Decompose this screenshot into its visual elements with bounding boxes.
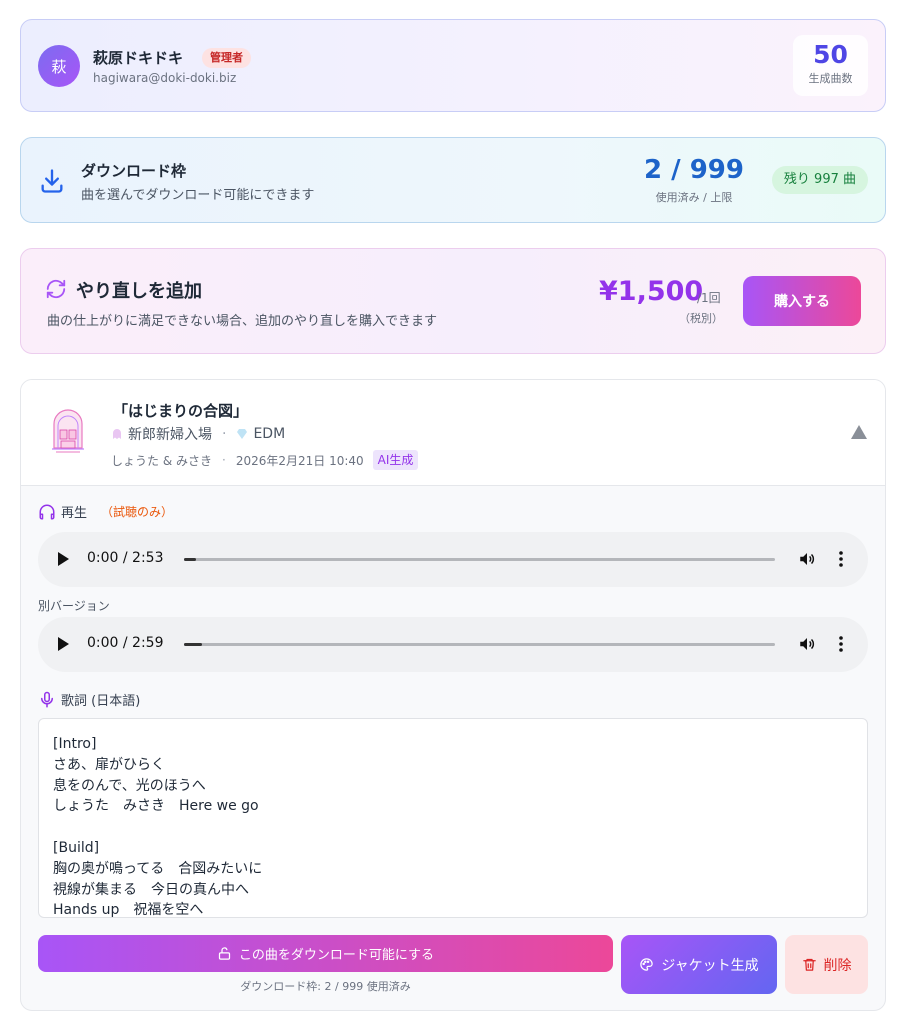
trial-only-note: （試聴のみ） [101, 505, 174, 519]
gem-icon [237, 429, 248, 439]
delete-label: 削除 [823, 957, 852, 974]
download-quota-subtitle: 曲を選んでダウンロード可能にできます [81, 188, 315, 203]
ghost-icon [113, 429, 121, 439]
refresh-icon [46, 279, 66, 299]
palette-icon [640, 958, 654, 971]
play-icon[interactable] [58, 552, 69, 566]
download-quota-title: ダウンロード枠 [81, 162, 187, 180]
audio-time: 0:00 / 2:59 [87, 635, 164, 651]
audio-player-main[interactable]: 0:00 / 2:53 [38, 532, 868, 587]
download-usage-note: ダウンロード枠: 2 / 999 使用済み [240, 980, 411, 993]
generate-jacket-button[interactable]: ジャケット生成 [621, 935, 777, 994]
collapse-triangle-icon[interactable] [851, 425, 867, 439]
enable-download-button[interactable]: この曲をダウンロード可能にする [38, 935, 613, 972]
songs-count-stat: 50 生成曲数 [793, 35, 868, 96]
download-quota-count: 2 / 999 [644, 155, 744, 185]
song-jacket-thumbnail [50, 408, 86, 456]
playback-label: 再生 [61, 506, 88, 521]
redo-title: やり直しを追加 [76, 281, 202, 302]
lyric-line: しょうた みさき Here we go [53, 798, 259, 815]
lyric-line: 息をのんで、光のほうへ [53, 777, 206, 794]
seek-bar-fill [184, 643, 202, 646]
meta-separator: · [222, 426, 227, 442]
download-quota-count-label: 使用済み / 上限 [655, 191, 733, 204]
user-email: hagiwara@doki-doki.biz [93, 71, 237, 85]
meta-separator: · [222, 453, 226, 467]
admin-badge: 管理者 [202, 48, 251, 68]
song-card: 「はじまりの合図」 新郎新婦入場 · EDM しょうた & みさき · 2026… [20, 379, 886, 1011]
profile-card: 萩 萩原ドキドキ 管理者 hagiwara@doki-doki.biz 50 生… [20, 19, 886, 112]
seek-bar-fill [184, 558, 196, 561]
lyrics-textbox[interactable]: [Intro] さあ、扉がひらく 息をのんで、光のほうへ しょうた みさき He… [38, 718, 868, 918]
songs-count-value: 50 [813, 40, 848, 69]
redo-purchase-card: やり直しを追加 曲の仕上がりに満足できない場合、追加のやり直しを購入できます ¥… [20, 248, 886, 354]
lyric-line: さあ、扉がひらく [53, 756, 165, 773]
lyric-line: 胸の奥が鳴ってる 合図みたいに [53, 860, 263, 877]
seek-bar[interactable] [184, 643, 775, 646]
download-icon [41, 169, 63, 193]
playback-section-label: 再生 （試聴のみ） [38, 502, 173, 521]
audio-time: 0:00 / 2:53 [87, 550, 164, 566]
more-options-icon[interactable] [837, 550, 845, 568]
songs-count-label: 生成曲数 [808, 72, 853, 85]
ai-generated-badge: AI生成 [372, 450, 419, 470]
lyric-line [53, 817, 853, 838]
more-options-icon[interactable] [837, 635, 845, 653]
lyrics-label: 歌詞 (日本語) [61, 694, 141, 709]
volume-icon[interactable] [798, 550, 816, 568]
redo-price: ¥1,500 [599, 276, 704, 307]
user-name: 萩原ドキドキ [93, 49, 184, 67]
song-header[interactable]: 「はじまりの合図」 新郎新婦入場 · EDM しょうた & みさき · 2026… [21, 380, 885, 486]
lyric-line: 視線が集まる 今日の真ん中へ [53, 881, 249, 898]
play-icon[interactable] [58, 637, 69, 651]
song-date: 2026年2月21日 10:40 [235, 453, 364, 468]
seek-bar[interactable] [184, 558, 775, 561]
redo-price-tax: （税別） [679, 312, 723, 325]
generate-jacket-label: ジャケット生成 [661, 957, 759, 974]
song-genre: EDM [253, 426, 286, 442]
unlock-icon [218, 947, 231, 960]
microphone-icon [41, 691, 53, 707]
redo-subtitle: 曲の仕上がりに満足できない場合、追加のやり直しを購入できます [47, 314, 438, 329]
lyrics-section-label: 歌詞 (日本語) [38, 690, 140, 709]
audio-player-alt[interactable]: 0:00 / 2:59 [38, 617, 868, 672]
enable-download-label: この曲をダウンロード可能にする [238, 948, 435, 963]
headphones-icon [39, 504, 55, 519]
alt-version-label: 別バージョン [38, 599, 110, 613]
download-quota-card: ダウンロード枠 曲を選んでダウンロード可能にできます 2 / 999 使用済み … [20, 137, 886, 223]
remaining-badge: 残り 997 曲 [771, 166, 868, 194]
trash-icon [802, 958, 816, 971]
volume-icon[interactable] [798, 635, 816, 653]
song-subinfo: しょうた & みさき · 2026年2月21日 10:40 AI生成 [111, 450, 419, 470]
lyric-line: [Intro] [53, 736, 97, 752]
lyric-line: [Build] [53, 839, 100, 856]
avatar: 萩 [38, 45, 80, 87]
redo-price-unit: /1回 [697, 291, 721, 305]
buy-redo-button[interactable]: 購入する [743, 276, 861, 326]
delete-button[interactable]: 削除 [785, 935, 868, 994]
song-title: 「はじまりの合図」 [113, 402, 249, 420]
song-meta: 新郎新婦入場 · EDM [111, 424, 285, 444]
lyric-line: Hands up 祝福を空へ [53, 902, 204, 918]
song-scene: 新郎新婦入場 [128, 427, 212, 443]
song-couple: しょうた & みさき [111, 453, 212, 468]
